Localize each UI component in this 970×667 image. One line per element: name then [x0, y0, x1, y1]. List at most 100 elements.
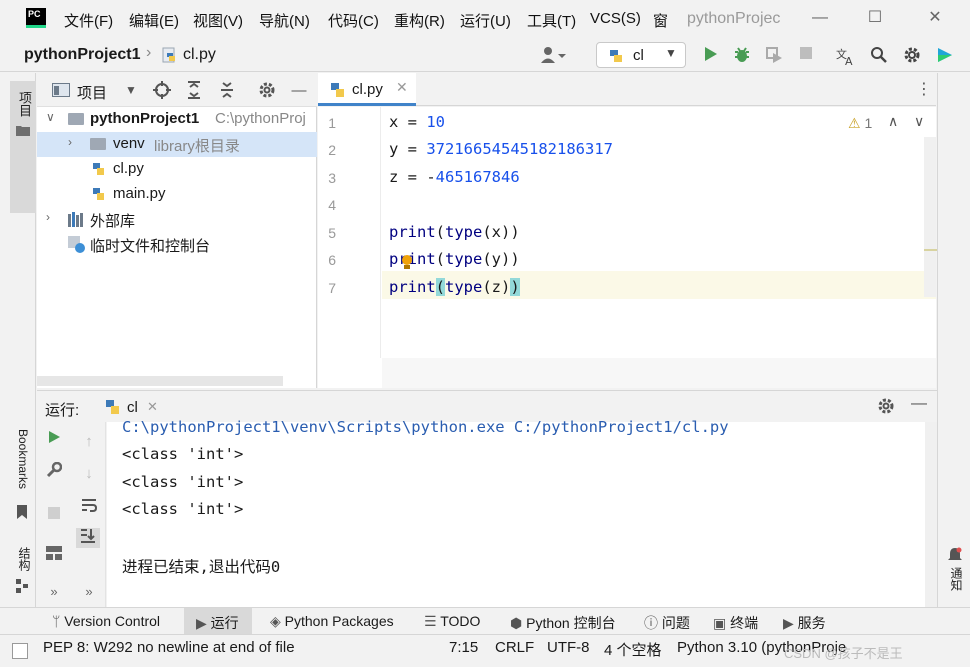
- project-panel: 项目 ▼ — ∨ pythonProject1 C:\pythonProj › …: [37, 73, 317, 388]
- hide-panel-icon[interactable]: —: [289, 81, 309, 101]
- translate-icon[interactable]: 文A: [836, 46, 856, 68]
- run-icon[interactable]: [700, 46, 720, 66]
- user-account-icon[interactable]: [540, 46, 566, 67]
- tab-todo[interactable]: ☰ TODO: [424, 613, 480, 630]
- pycharm-logo-icon: PC: [26, 8, 46, 28]
- chevron-down-icon[interactable]: ∨: [46, 110, 55, 124]
- arrow-up-icon[interactable]: ↑: [79, 432, 99, 452]
- menu-window[interactable]: 窗: [653, 10, 668, 31]
- tab-problems[interactable]: ⓘ 问题: [644, 613, 690, 633]
- hide-panel-icon[interactable]: —: [911, 395, 927, 413]
- menu-navigate[interactable]: 导航(N): [259, 10, 310, 31]
- layout-icon[interactable]: [44, 546, 64, 566]
- console-vertical-scrollbar[interactable]: [925, 422, 937, 607]
- tree-item-hint: library根目录: [154, 138, 240, 155]
- menu-view[interactable]: 视图(V): [193, 10, 243, 31]
- error-stripe-mark[interactable]: [924, 249, 938, 251]
- code-editor[interactable]: 1 2 3 4 5 6 7 x = 10 y = 372166545451821…: [318, 107, 938, 388]
- locate-file-icon[interactable]: [152, 81, 172, 101]
- wrench-icon[interactable]: [44, 461, 64, 482]
- project-panel-title[interactable]: 项目: [77, 82, 107, 103]
- close-icon[interactable]: ✕: [147, 399, 158, 415]
- project-view-icon: [52, 83, 70, 100]
- stop-icon[interactable]: [796, 46, 816, 66]
- tab-python-console[interactable]: ⬢ Python 控制台: [510, 613, 616, 633]
- chevron-down-icon[interactable]: ▼: [125, 83, 137, 97]
- inspection-warning-badge[interactable]: ⚠ 1: [848, 115, 872, 132]
- python-console-icon: ⬢: [510, 615, 523, 631]
- run-configuration-select[interactable]: cl ▼: [596, 42, 686, 68]
- maximize-button[interactable]: ☐: [863, 6, 887, 30]
- search-icon[interactable]: [869, 46, 889, 66]
- bookmarks-tab[interactable]: Bookmarks: [16, 429, 30, 489]
- notifications-bell-icon[interactable]: [948, 547, 962, 566]
- tab-services[interactable]: ▶ 服务: [783, 613, 826, 633]
- chevron-down-icon[interactable]: ∨: [914, 113, 924, 130]
- jetbrains-toolbox-icon[interactable]: [935, 46, 955, 66]
- debug-icon[interactable]: [732, 46, 752, 66]
- stop-icon[interactable]: [44, 506, 64, 526]
- collapse-all-icon[interactable]: [217, 81, 237, 101]
- menu-vcs[interactable]: VCS(S): [590, 10, 641, 27]
- tree-item-venv[interactable]: › venv library根目录: [37, 132, 317, 157]
- run-with-coverage-icon[interactable]: [764, 46, 784, 66]
- menu-file[interactable]: 文件(F): [64, 10, 113, 31]
- settings-gear-icon[interactable]: [902, 46, 922, 66]
- notifications-tab[interactable]: 通知: [948, 567, 965, 591]
- project-tool-tab[interactable]: 项目: [10, 81, 36, 213]
- menu-tools[interactable]: 工具(T): [527, 10, 576, 31]
- arrow-down-icon[interactable]: ↓: [79, 464, 99, 484]
- intention-bulb-icon[interactable]: [400, 254, 414, 273]
- indent-setting[interactable]: 4 个空格: [604, 639, 662, 660]
- tab-label: Version Control: [64, 613, 161, 629]
- close-window-button[interactable]: ✕: [923, 6, 947, 30]
- chevron-right-icon[interactable]: ›: [46, 210, 50, 224]
- tab-run[interactable]: ▶ 运行: [196, 613, 239, 633]
- vertical-scrollbar[interactable]: [924, 137, 938, 297]
- run-console-output[interactable]: C:\pythonProject1\venv\Scripts\python.ex…: [107, 418, 925, 607]
- navigation-bar: pythonProject1 › cl.py cl ▼ 文A: [0, 38, 970, 72]
- tree-item-main-py[interactable]: main.py: [37, 182, 317, 207]
- structure-tab[interactable]: 结构: [16, 547, 33, 571]
- close-icon[interactable]: ✕: [396, 79, 408, 96]
- soft-wrap-icon[interactable]: [79, 498, 99, 518]
- tree-item-external-libraries[interactable]: › 外部库: [37, 207, 317, 232]
- terminal-icon: ▣: [713, 615, 727, 631]
- code-identifier: x: [389, 113, 399, 131]
- editor-tab-cl-py[interactable]: cl.py ✕: [318, 73, 416, 106]
- file-encoding[interactable]: UTF-8: [547, 639, 590, 656]
- status-toggle-icon[interactable]: [12, 643, 28, 659]
- rerun-icon[interactable]: [44, 430, 64, 450]
- breadcrumb-project[interactable]: pythonProject1: [24, 46, 140, 64]
- chevron-up-icon[interactable]: ∧: [888, 113, 898, 130]
- settings-gear-icon[interactable]: [877, 397, 895, 418]
- scroll-to-end-icon[interactable]: [76, 528, 100, 548]
- tree-item-project-root[interactable]: ∨ pythonProject1 C:\pythonProj: [37, 107, 317, 132]
- tree-item-cl-py[interactable]: cl.py: [37, 157, 317, 182]
- menu-run[interactable]: 运行(U): [460, 10, 511, 31]
- more-icon[interactable]: »: [79, 582, 99, 602]
- line-separator[interactable]: CRLF: [495, 639, 534, 656]
- expand-all-icon[interactable]: [184, 81, 204, 101]
- run-tab-label[interactable]: cl: [127, 399, 138, 416]
- minimize-button[interactable]: —: [808, 6, 832, 30]
- menu-edit[interactable]: 编辑(E): [129, 10, 179, 31]
- code-line: z = -465167846: [389, 168, 520, 186]
- more-icon[interactable]: »: [44, 582, 64, 602]
- chevron-right-icon[interactable]: ›: [68, 135, 72, 149]
- tab-version-control[interactable]: ᛘ Version Control: [52, 613, 160, 629]
- tab-python-packages[interactable]: ◈ Python Packages: [270, 613, 394, 630]
- caret-position[interactable]: 7:15: [449, 639, 478, 656]
- tree-item-scratches[interactable]: 临时文件和控制台: [37, 232, 317, 257]
- tab-terminal[interactable]: ▣ 终端: [713, 613, 758, 633]
- status-message[interactable]: PEP 8: W292 no newline at end of file: [43, 639, 295, 656]
- settings-gear-icon[interactable]: [257, 81, 277, 101]
- line-number: 6: [328, 252, 336, 268]
- more-options-icon[interactable]: ⋮: [916, 79, 932, 99]
- code-args: (x)): [482, 223, 520, 241]
- menu-refactor[interactable]: 重构(R): [394, 10, 445, 31]
- menu-code[interactable]: 代码(C): [328, 10, 379, 31]
- breadcrumb-file[interactable]: cl.py: [183, 46, 216, 64]
- code-builtin: print: [389, 278, 436, 296]
- horizontal-scrollbar[interactable]: [37, 376, 283, 386]
